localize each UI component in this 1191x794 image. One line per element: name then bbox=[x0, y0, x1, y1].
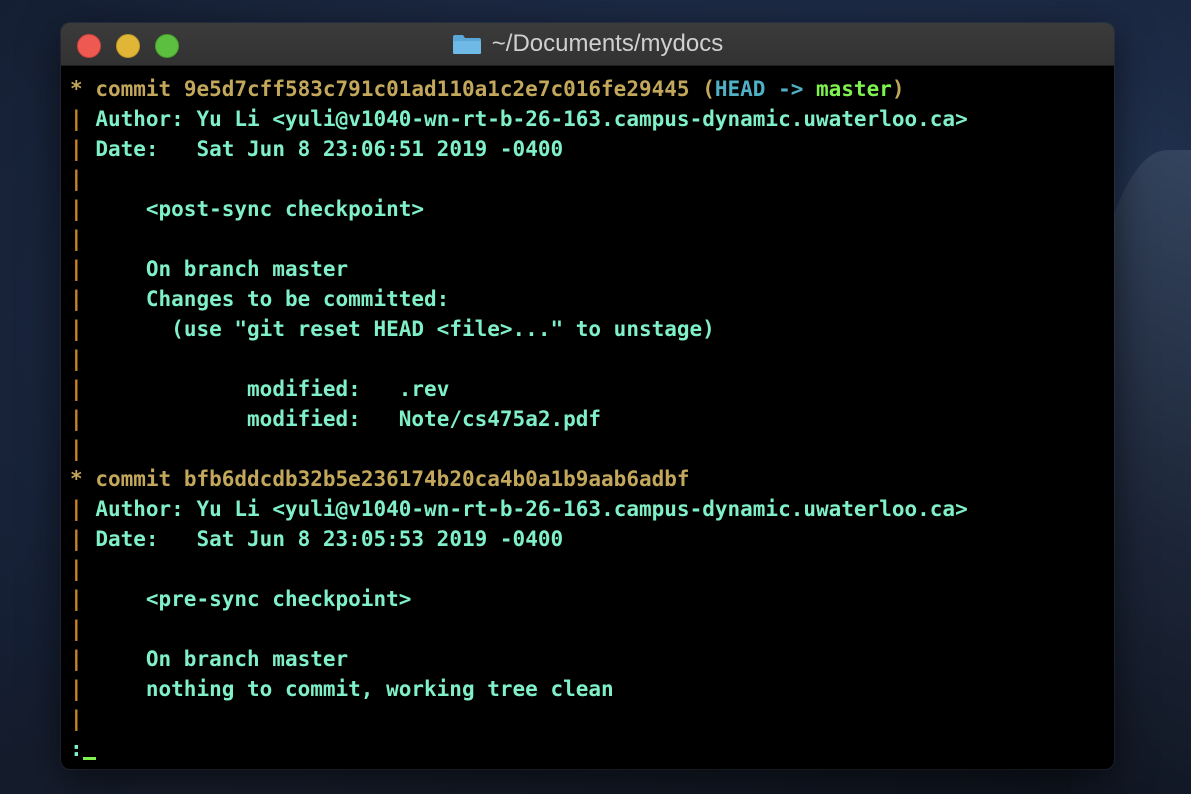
graph-bar: | bbox=[70, 407, 83, 431]
graph-bar: | bbox=[70, 317, 83, 341]
commit-hash: commit 9e5d7cff583c791c01ad110a1c2e7c016… bbox=[95, 77, 690, 101]
file-path: .rev bbox=[398, 377, 450, 401]
graph-star: * bbox=[70, 467, 83, 491]
graph-star: * bbox=[70, 77, 83, 101]
window-title: ~/Documents/mydocs bbox=[491, 30, 724, 57]
graph-line: | bbox=[70, 164, 83, 194]
message-line: | <pre-sync checkpoint> bbox=[70, 584, 411, 614]
pager-prompt: : bbox=[70, 737, 83, 761]
graph-line: | bbox=[70, 224, 83, 254]
graph-bar: | bbox=[70, 137, 83, 161]
commit-hash: commit bfb6ddcdb32b5e236174b20ca4b0a1b9a… bbox=[95, 467, 690, 491]
head-ref: HEAD bbox=[714, 77, 766, 101]
author-key: Author: bbox=[95, 107, 184, 131]
status-branch: On branch master bbox=[145, 647, 349, 671]
ref-open: ( bbox=[689, 77, 715, 101]
graph-bar: | bbox=[70, 257, 83, 281]
graph-bar: | bbox=[70, 167, 83, 191]
date-value: Sat Jun 8 23:06:51 2019 -0400 bbox=[196, 137, 564, 161]
graph-line: | bbox=[70, 704, 83, 734]
terminal-window: ~/Documents/mydocs * commit 9e5d7cff583c… bbox=[61, 23, 1114, 769]
graph-bar: | bbox=[70, 647, 83, 671]
date-line: | Date: Sat Jun 8 23:05:53 2019 -0400 bbox=[70, 524, 563, 554]
message-line: | Changes to be committed: bbox=[70, 284, 449, 314]
terminal-output[interactable]: * commit 9e5d7cff583c791c01ad110a1c2e7c0… bbox=[61, 66, 1114, 769]
file-path: Note/cs475a2.pdf bbox=[398, 407, 602, 431]
status-clean: nothing to commit, working tree clean bbox=[145, 677, 614, 701]
text-cursor bbox=[82, 757, 96, 760]
graph-bar: | bbox=[70, 107, 83, 131]
author-key: Author: bbox=[95, 497, 184, 521]
commit-line: * commit bfb6ddcdb32b5e236174b20ca4b0a1b… bbox=[70, 464, 690, 494]
graph-bar: | bbox=[70, 497, 83, 521]
ref-arrow: -> bbox=[765, 77, 816, 101]
date-value: Sat Jun 8 23:05:53 2019 -0400 bbox=[196, 527, 564, 551]
file-line: | modified: .rev bbox=[70, 374, 449, 404]
date-line: | Date: Sat Jun 8 23:06:51 2019 -0400 bbox=[70, 134, 563, 164]
pager-prompt-line[interactable]: : bbox=[70, 734, 96, 764]
file-line: | modified: Note/cs475a2.pdf bbox=[70, 404, 601, 434]
graph-bar: | bbox=[70, 377, 83, 401]
graph-line: | bbox=[70, 554, 83, 584]
date-key: Date: bbox=[95, 137, 159, 161]
title-bar[interactable]: ~/Documents/mydocs bbox=[61, 23, 1114, 66]
message-line: | On branch master bbox=[70, 254, 348, 284]
graph-bar: | bbox=[70, 587, 83, 611]
graph-bar: | bbox=[70, 677, 83, 701]
status-changes: Changes to be committed: bbox=[145, 287, 450, 311]
graph-line: | bbox=[70, 614, 83, 644]
message-line: | nothing to commit, working tree clean bbox=[70, 674, 614, 704]
branch-ref: master bbox=[816, 77, 892, 101]
graph-bar: | bbox=[70, 227, 83, 251]
author-value: Yu Li <yuli@v1040-wn-rt-b-26-163.campus-… bbox=[196, 107, 968, 131]
graph-bar: | bbox=[70, 557, 83, 581]
graph-bar: | bbox=[70, 527, 83, 551]
date-key: Date: bbox=[95, 527, 159, 551]
graph-bar: | bbox=[70, 287, 83, 311]
file-state: modified: bbox=[247, 377, 361, 401]
window-title-area: ~/Documents/mydocs bbox=[61, 23, 1114, 65]
file-state: modified: bbox=[247, 407, 361, 431]
graph-bar: | bbox=[70, 197, 83, 221]
commit-line: * commit 9e5d7cff583c791c01ad110a1c2e7c0… bbox=[70, 74, 905, 104]
status-branch: On branch master bbox=[145, 257, 349, 281]
ref-close: ) bbox=[891, 77, 905, 101]
author-line: | Author: Yu Li <yuli@v1040-wn-rt-b-26-1… bbox=[70, 494, 968, 524]
status-hint: (use "git reset HEAD <file>..." to unsta… bbox=[171, 317, 715, 341]
graph-line: | bbox=[70, 344, 83, 374]
graph-bar: | bbox=[70, 617, 83, 641]
commit-message: <post-sync checkpoint> bbox=[145, 197, 425, 221]
graph-bar: | bbox=[70, 347, 83, 371]
message-line: | <post-sync checkpoint> bbox=[70, 194, 424, 224]
folder-icon bbox=[452, 33, 482, 55]
graph-bar: | bbox=[70, 437, 83, 461]
author-value: Yu Li <yuli@v1040-wn-rt-b-26-163.campus-… bbox=[196, 497, 968, 521]
graph-line: | bbox=[70, 434, 83, 464]
message-line: | On branch master bbox=[70, 644, 348, 674]
graph-bar: | bbox=[70, 707, 83, 731]
message-line: | (use "git reset HEAD <file>..." to uns… bbox=[70, 314, 715, 344]
author-line: | Author: Yu Li <yuli@v1040-wn-rt-b-26-1… bbox=[70, 104, 968, 134]
commit-message: <pre-sync checkpoint> bbox=[145, 587, 412, 611]
